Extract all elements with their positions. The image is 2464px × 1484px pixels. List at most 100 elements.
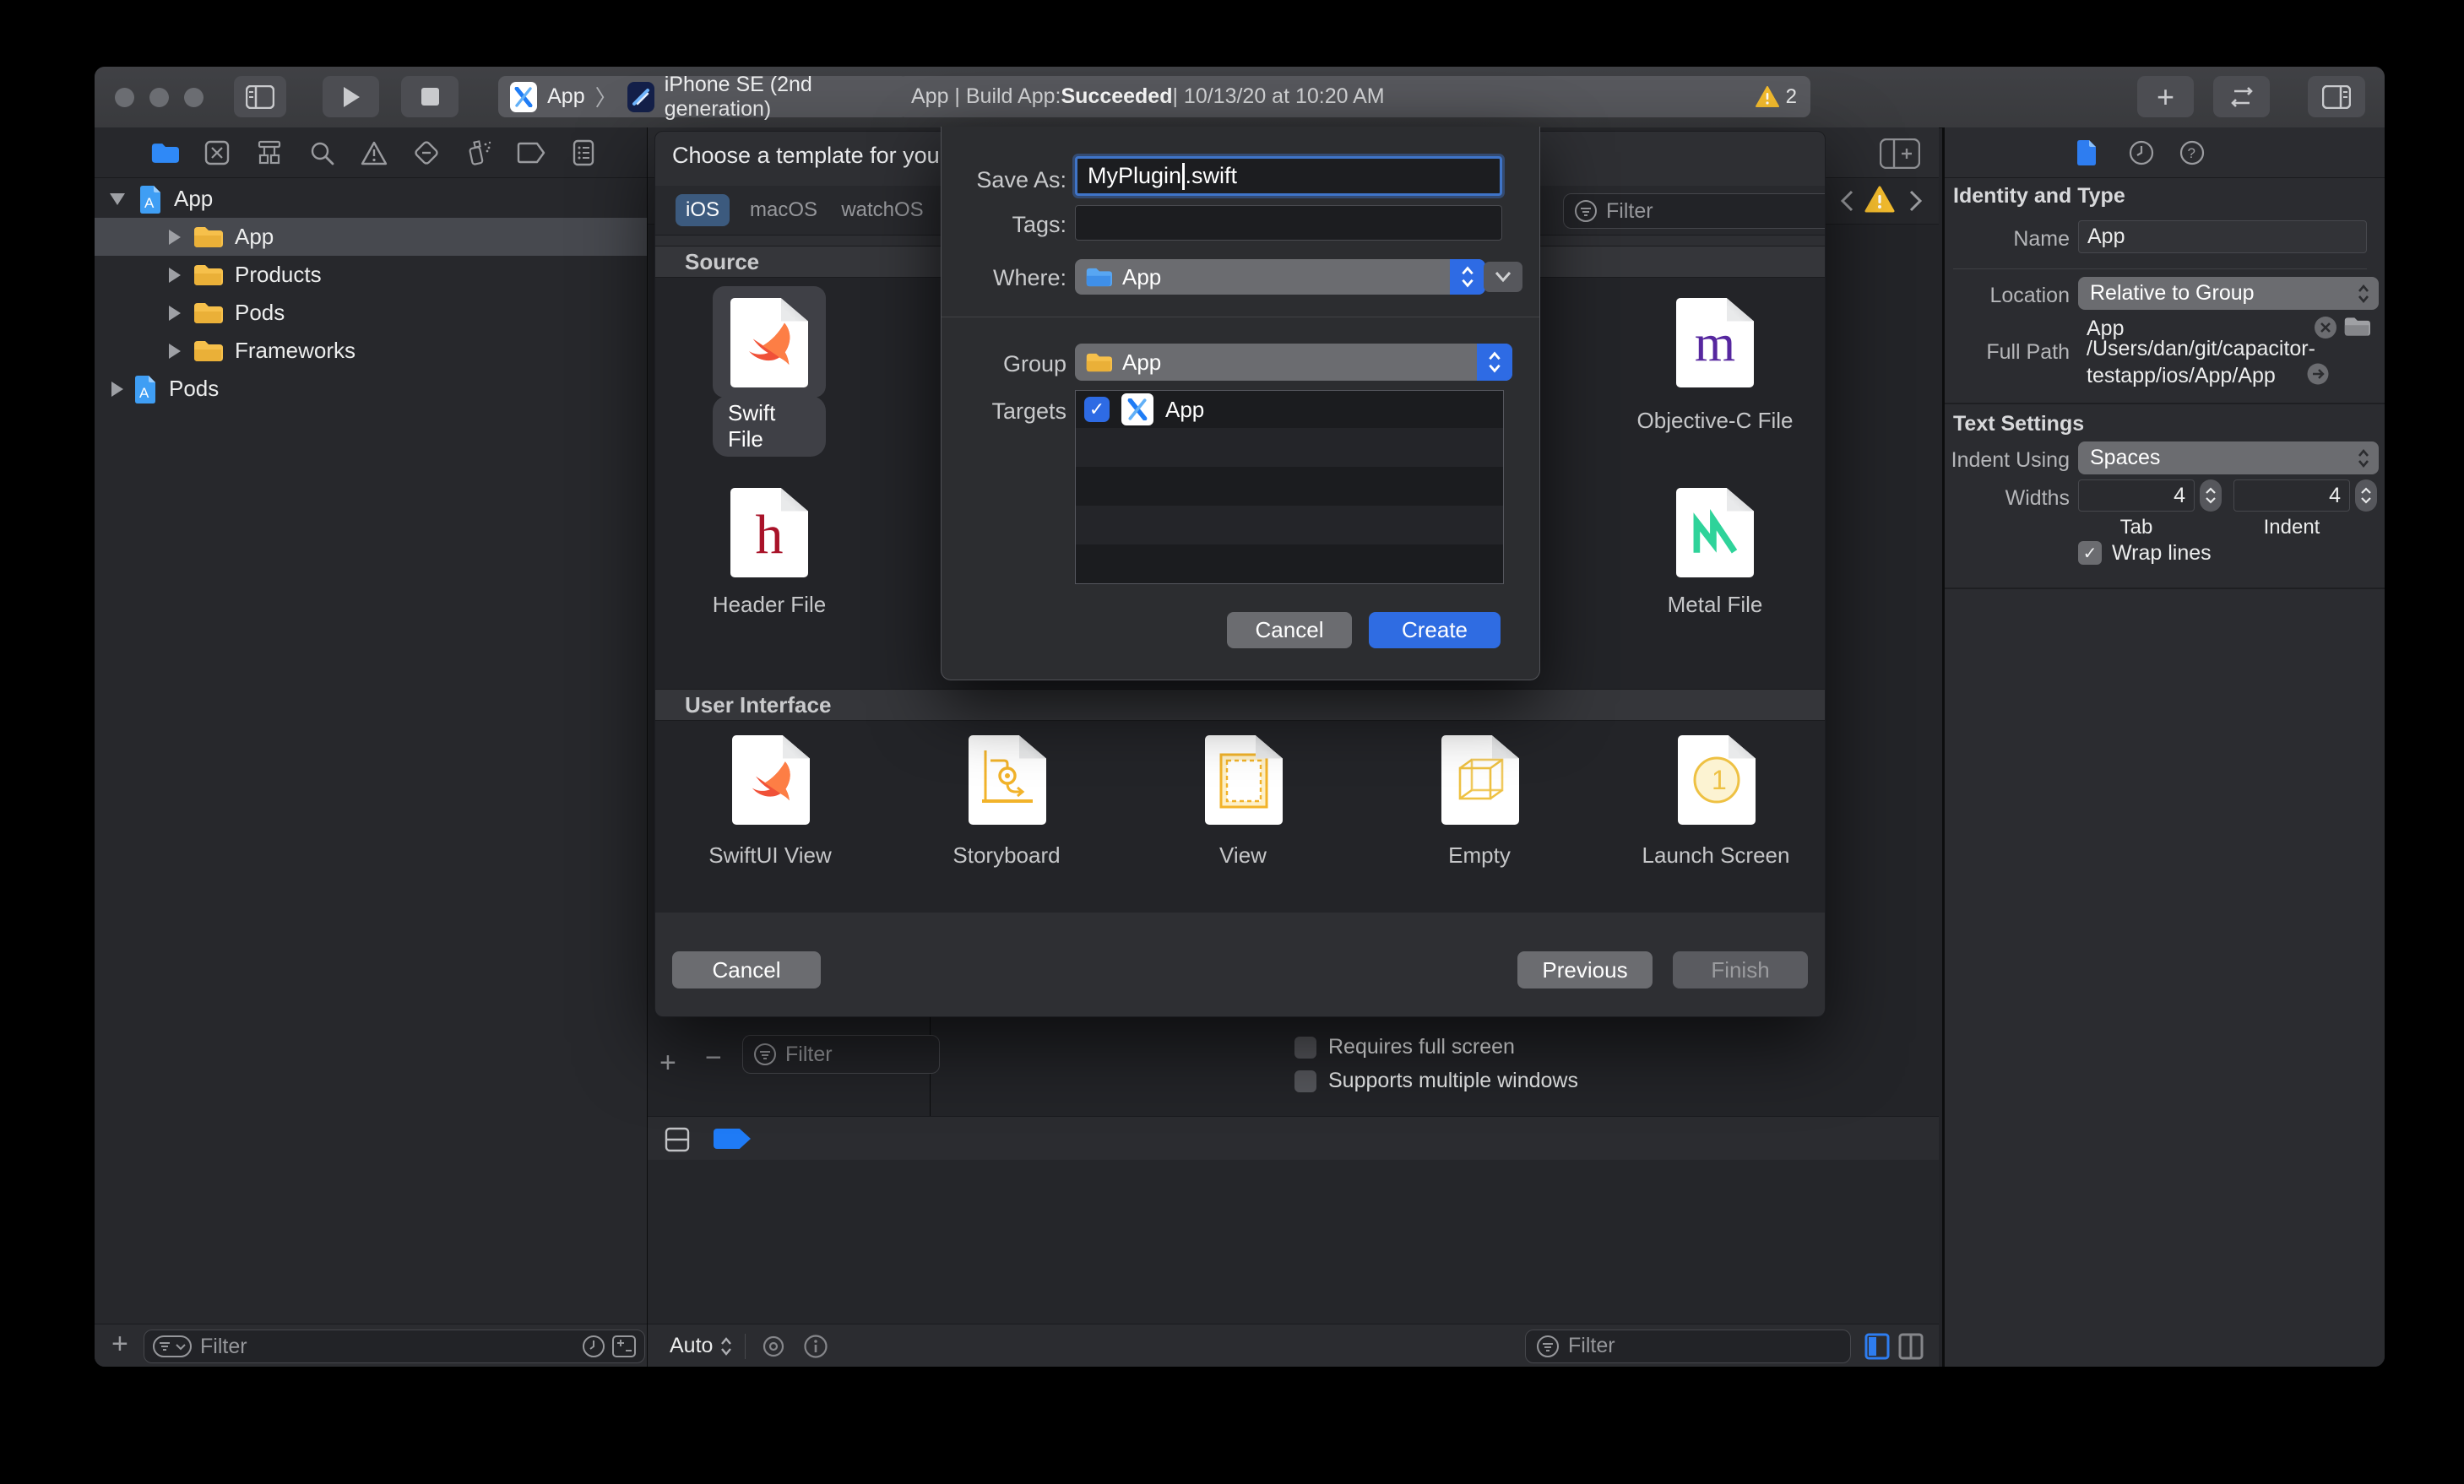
activity-status[interactable]: App | Build App: Succeeded | 10/13/20 at… bbox=[898, 76, 1810, 117]
sheet-cancel-button[interactable]: Cancel bbox=[1227, 612, 1352, 648]
run-button[interactable] bbox=[323, 76, 379, 117]
code-review-button[interactable] bbox=[2213, 76, 2270, 117]
library-add-button[interactable]: + bbox=[2137, 76, 2194, 117]
tab-watchos[interactable]: watchOS bbox=[836, 194, 929, 226]
find-navigator-icon[interactable] bbox=[307, 138, 336, 167]
template-view-label[interactable]: View bbox=[1153, 842, 1332, 869]
report-navigator-icon[interactable] bbox=[569, 138, 598, 167]
wrap-lines-checkbox[interactable]: ✓ bbox=[2078, 541, 2102, 565]
updown-chevrons-icon[interactable] bbox=[719, 1334, 733, 1359]
remove-row-button[interactable]: − bbox=[705, 1042, 722, 1075]
group-popup[interactable]: App bbox=[1075, 344, 1512, 381]
indent-using-popup[interactable]: Spaces bbox=[2078, 441, 2379, 474]
dialog-finish-button[interactable]: Finish bbox=[1673, 951, 1808, 988]
tab-width-stepper[interactable] bbox=[2200, 479, 2222, 512]
toggle-navigator-button[interactable] bbox=[234, 76, 286, 117]
tree-row-frameworks[interactable]: Frameworks bbox=[95, 332, 647, 370]
disclosure-closed-icon[interactable] bbox=[169, 343, 181, 359]
tags-field[interactable] bbox=[1075, 205, 1502, 241]
save-as-field[interactable]: MyPlugin .swift bbox=[1075, 156, 1502, 196]
where-popup[interactable]: App bbox=[1075, 259, 1485, 295]
help-inspector-icon[interactable]: ? bbox=[2179, 140, 2205, 165]
tab-width-field[interactable]: 4 bbox=[2078, 479, 2195, 512]
minimize-window-button[interactable] bbox=[149, 88, 169, 107]
clear-location-icon[interactable] bbox=[2313, 315, 2338, 340]
template-swiftui-view[interactable] bbox=[732, 735, 810, 825]
requires-full-screen-checkbox[interactable] bbox=[1294, 1037, 1316, 1059]
sheet-create-button[interactable]: Create bbox=[1369, 612, 1501, 648]
tree-row-project-pods[interactable]: A Pods bbox=[95, 370, 647, 408]
add-editor-button[interactable] bbox=[1880, 138, 1920, 169]
template-header-file[interactable]: h bbox=[730, 488, 808, 577]
source-control-status-icon[interactable] bbox=[612, 1335, 636, 1357]
template-filter-field[interactable]: Filter bbox=[1563, 193, 1825, 229]
pane-filter-field[interactable]: Filter bbox=[742, 1035, 940, 1074]
file-inspector-icon[interactable] bbox=[2076, 139, 2098, 166]
name-field[interactable]: App bbox=[2078, 220, 2367, 253]
back-chevron-icon[interactable] bbox=[1839, 189, 1854, 213]
template-empty-label[interactable]: Empty bbox=[1390, 842, 1569, 869]
console-filter-field[interactable]: Filter bbox=[1525, 1329, 1851, 1363]
template-storyboard[interactable] bbox=[969, 735, 1046, 825]
template-empty[interactable] bbox=[1441, 735, 1519, 825]
breakpoint-navigator-icon[interactable] bbox=[517, 138, 545, 167]
test-navigator-icon[interactable] bbox=[412, 138, 441, 167]
template-launch-screen[interactable]: 1 bbox=[1678, 735, 1756, 825]
history-inspector-icon[interactable] bbox=[2129, 140, 2154, 165]
rows-icon[interactable] bbox=[665, 1127, 690, 1152]
auto-dropdown[interactable]: Auto bbox=[670, 1334, 713, 1358]
template-swift-file-label[interactable]: Swift File bbox=[713, 396, 826, 457]
stop-button[interactable] bbox=[401, 76, 459, 117]
template-objc-file-label[interactable]: Objective-C File bbox=[1626, 408, 1804, 434]
add-file-button[interactable]: + bbox=[111, 1328, 128, 1361]
supports-multiple-windows-checkbox[interactable] bbox=[1294, 1070, 1316, 1092]
indent-width-field[interactable]: 4 bbox=[2233, 479, 2350, 512]
disclosure-open-icon[interactable] bbox=[110, 192, 125, 205]
template-metal-file-label[interactable]: Metal File bbox=[1626, 592, 1804, 618]
filter-menu-icon[interactable] bbox=[153, 1335, 192, 1357]
show-debug-area-icon[interactable] bbox=[1864, 1333, 1890, 1360]
zoom-window-button[interactable] bbox=[184, 88, 204, 107]
tree-row-app-folder-selected[interactable]: App bbox=[95, 218, 647, 256]
forward-chevron-icon[interactable] bbox=[1908, 189, 1924, 213]
dialog-cancel-button[interactable]: Cancel bbox=[672, 951, 821, 988]
target-row-app[interactable]: ✓ App bbox=[1076, 391, 1503, 428]
recent-files-icon[interactable] bbox=[582, 1335, 605, 1358]
expand-sheet-button[interactable] bbox=[1484, 262, 1522, 292]
disclosure-closed-icon[interactable] bbox=[169, 229, 181, 245]
symbol-navigator-icon[interactable] bbox=[255, 138, 284, 167]
close-window-button[interactable] bbox=[115, 88, 134, 107]
template-view[interactable] bbox=[1205, 735, 1283, 825]
location-popup[interactable]: Relative to Group bbox=[2078, 277, 2379, 310]
jumpbar-warning-icon[interactable] bbox=[1864, 186, 1895, 213]
disclosure-closed-icon[interactable] bbox=[111, 381, 123, 397]
open-path-arrow-icon[interactable] bbox=[2306, 362, 2330, 386]
template-objc-file[interactable]: m bbox=[1676, 298, 1754, 387]
target-checkbox-checked[interactable]: ✓ bbox=[1084, 397, 1110, 422]
tree-row-pods-folder[interactable]: Pods bbox=[95, 294, 647, 332]
template-swiftui-view-label[interactable]: SwiftUI View bbox=[681, 842, 860, 869]
template-metal-file[interactable] bbox=[1676, 488, 1754, 577]
disclosure-closed-icon[interactable] bbox=[169, 305, 181, 321]
navigator-filter-field[interactable]: Filter bbox=[144, 1330, 645, 1363]
project-navigator-icon[interactable] bbox=[150, 138, 179, 167]
template-swift-file[interactable] bbox=[730, 298, 808, 387]
indent-width-stepper[interactable] bbox=[2355, 479, 2377, 512]
template-header-file-label[interactable]: Header File bbox=[681, 592, 858, 618]
tab-macos[interactable]: macOS bbox=[743, 194, 824, 226]
dialog-previous-button[interactable]: Previous bbox=[1517, 951, 1653, 988]
debug-navigator-icon[interactable] bbox=[464, 138, 493, 167]
template-storyboard-label[interactable]: Storyboard bbox=[917, 842, 1096, 869]
add-row-button[interactable]: + bbox=[659, 1047, 676, 1080]
info-icon[interactable] bbox=[803, 1334, 828, 1359]
eye-icon[interactable] bbox=[759, 1335, 788, 1357]
tree-row-products[interactable]: Products bbox=[95, 256, 647, 294]
tab-ios[interactable]: iOS bbox=[676, 194, 730, 226]
issue-navigator-icon[interactable] bbox=[360, 138, 388, 167]
toggle-inspector-button[interactable] bbox=[2308, 76, 2365, 117]
split-debug-icon[interactable] bbox=[1898, 1333, 1924, 1360]
source-control-navigator-icon[interactable] bbox=[203, 138, 231, 167]
breakpoint-flag-icon[interactable] bbox=[714, 1129, 751, 1149]
tree-row-project-app[interactable]: A App bbox=[95, 180, 647, 218]
choose-folder-icon[interactable] bbox=[2343, 316, 2370, 338]
